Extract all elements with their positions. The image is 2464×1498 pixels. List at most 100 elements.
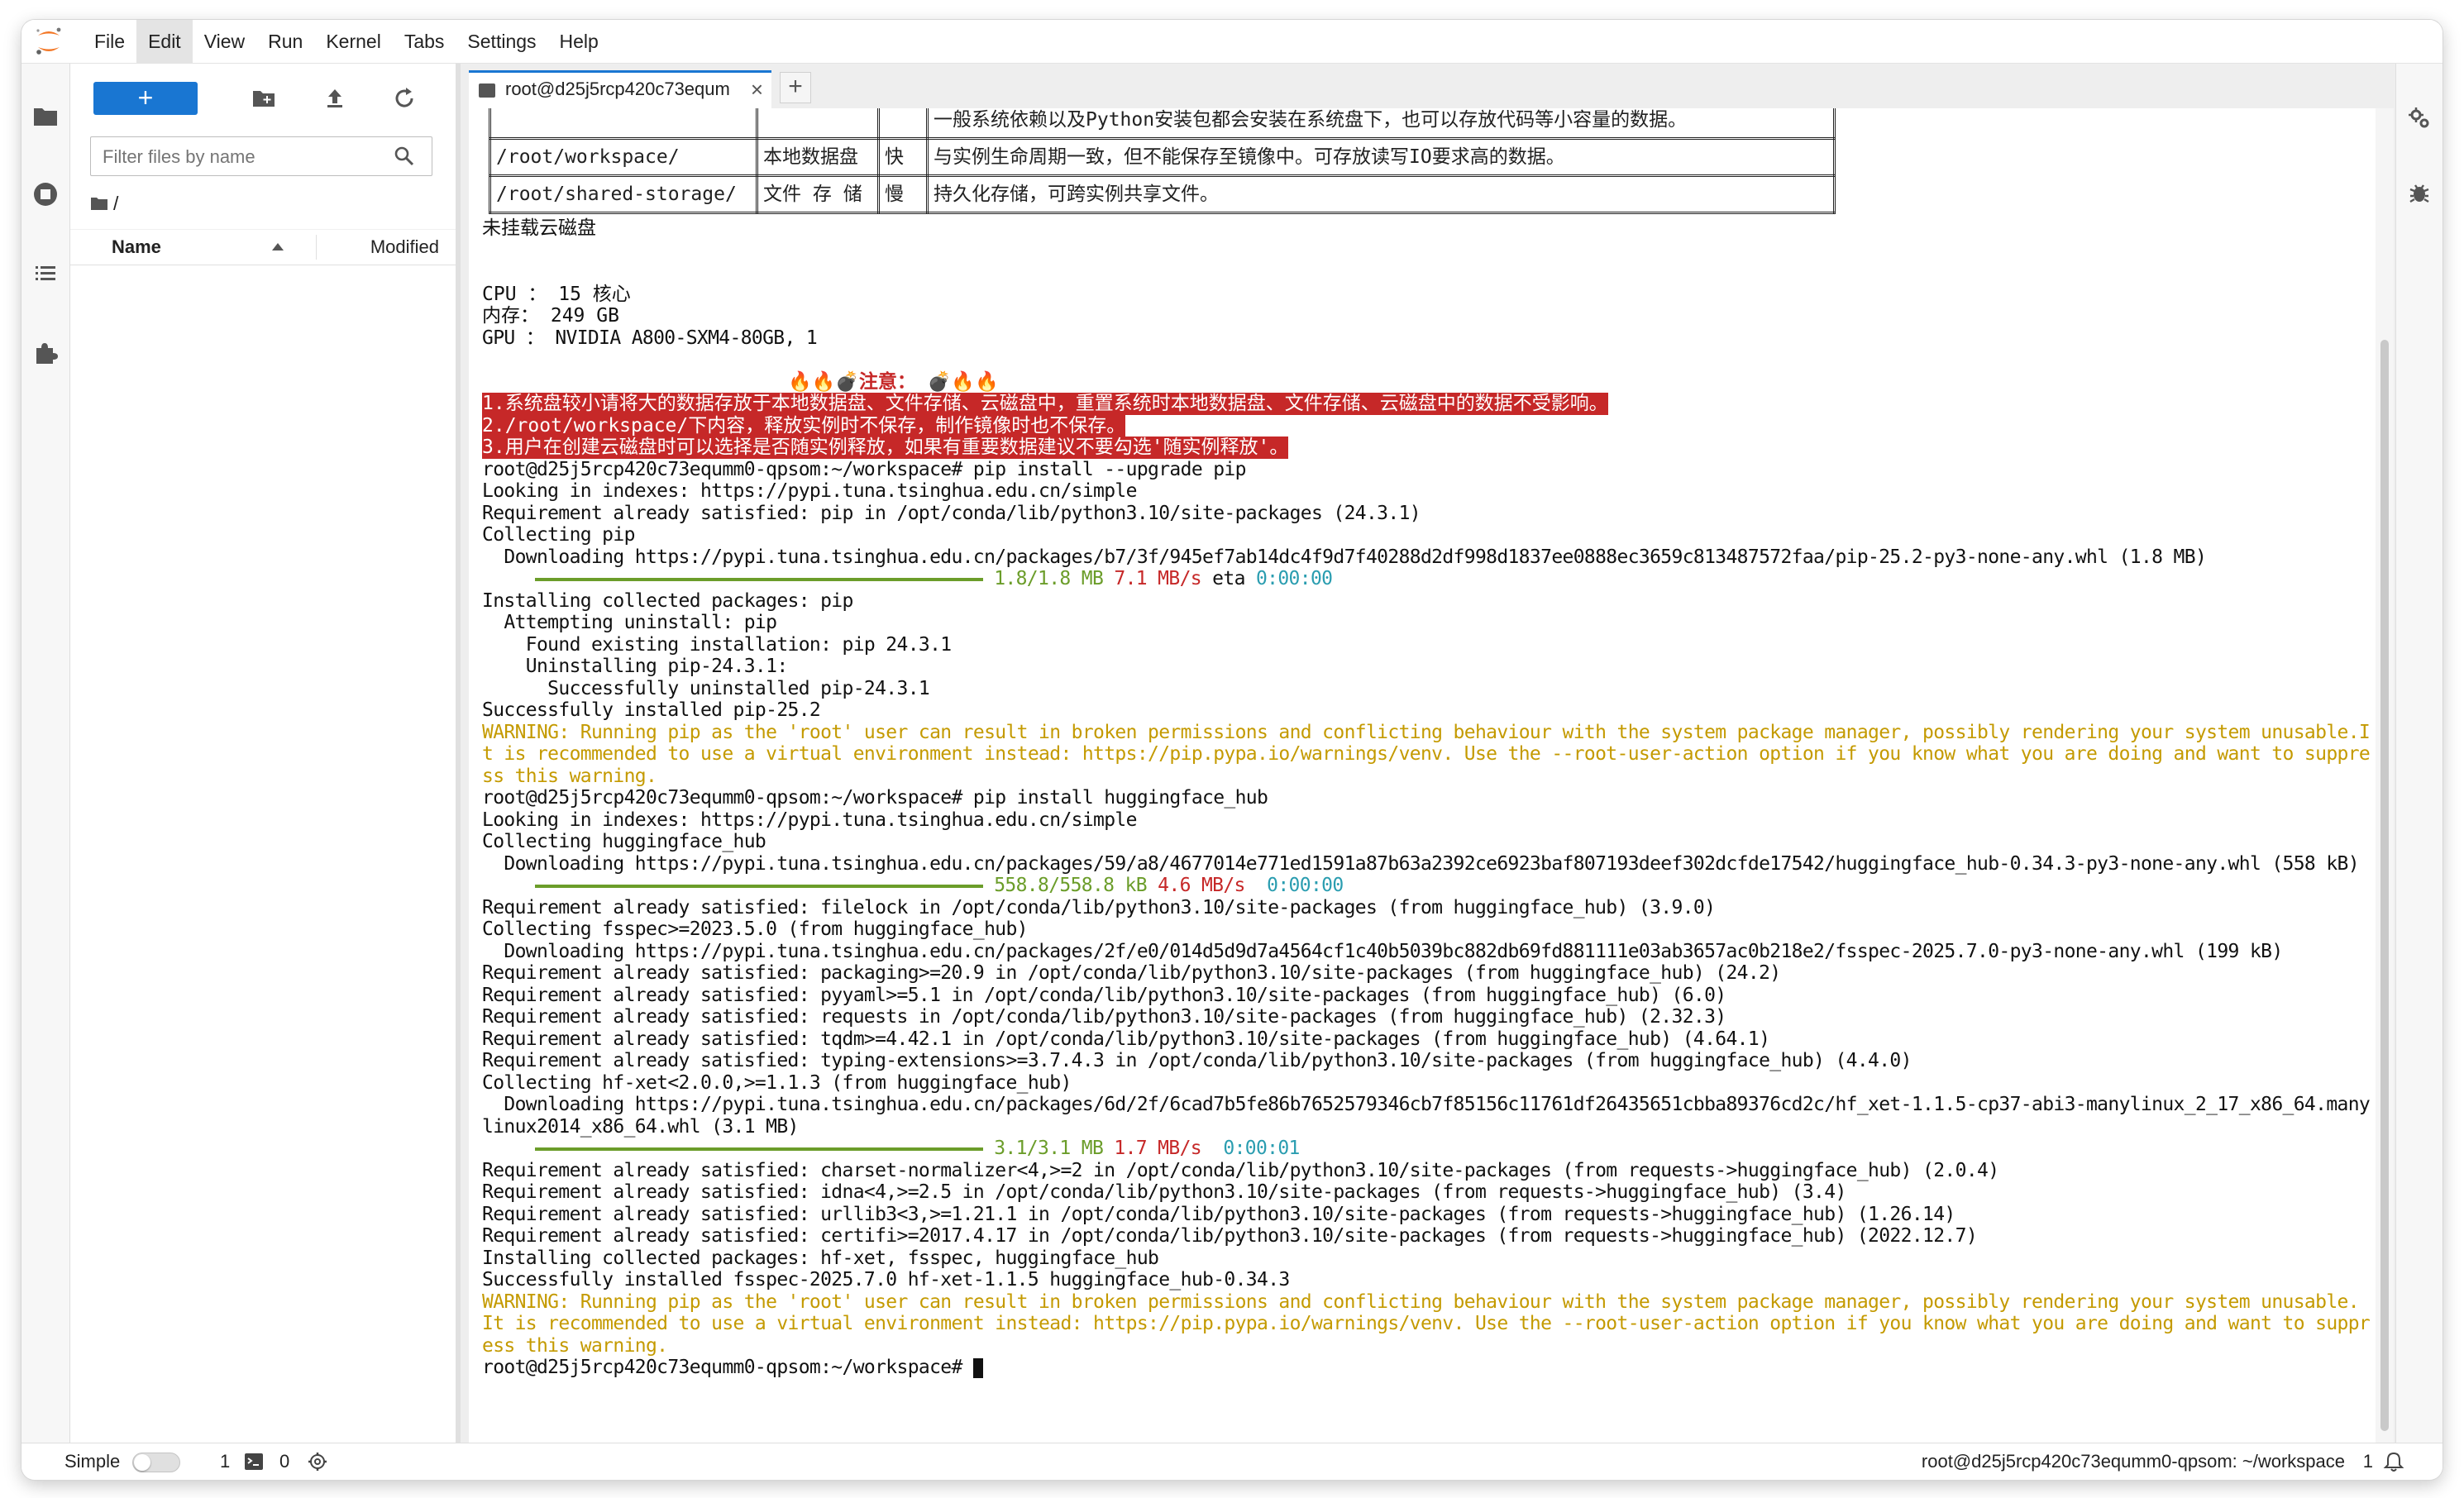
simple-mode-toggle[interactable]: [132, 1453, 180, 1472]
left-activity-bar: [21, 64, 70, 1461]
table-cell: /root/workspace/: [489, 137, 758, 177]
menu-bar: File Edit View Run Kernel Tabs Settings …: [21, 20, 2443, 64]
breadcrumb-root[interactable]: /: [113, 193, 118, 215]
progress-size: 558.8/558.8 kB: [994, 875, 1147, 896]
table-cell: 快: [877, 137, 929, 177]
terminal-icon[interactable]: [245, 1453, 263, 1470]
terminal-prompt: root@d25j5rcp420c73equmm0-qpsom:~/worksp…: [482, 1357, 973, 1378]
table-cell: [756, 108, 880, 140]
terminal-line: 🔥🔥💣注意： 💣🔥🔥: [482, 371, 2376, 394]
terminal-line: Looking in indexes: https://pypi.tuna.ts…: [482, 809, 1137, 831]
menu-view[interactable]: View: [193, 20, 256, 63]
bell-icon[interactable]: [2383, 1451, 2404, 1472]
terminal-line: Downloading https://pypi.tuna.tsinghua.e…: [482, 940, 2283, 962]
terminal-line: Found existing installation: pip 24.3.1: [482, 633, 952, 656]
menu-file[interactable]: File: [83, 20, 136, 63]
menu-help[interactable]: Help: [548, 20, 610, 63]
terminal-view[interactable]: 一般系统依赖以及Python安装包都会安装在系统盘下，也可以存放代码等小容量的数…: [469, 108, 2394, 1456]
column-modified-header[interactable]: Modified: [370, 230, 439, 265]
terminal-icon: [479, 83, 495, 98]
terminal-line: Downloading https://pypi.tuna.tsinghua.e…: [482, 1094, 2371, 1115]
terminal-line: Installing collected packages: pip: [482, 589, 853, 612]
file-list-header: Name Modified: [70, 229, 456, 265]
main-menu: File Edit View Run Kernel Tabs Settings …: [83, 20, 610, 63]
storage-table: 一般系统依赖以及Python安装包都会安装在系统盘下，也可以存放代码等小容量的数…: [489, 108, 1836, 214]
running-sessions-icon[interactable]: [29, 178, 62, 211]
close-icon[interactable]: ×: [751, 78, 763, 101]
progress-size: 1.8/1.8 MB: [994, 568, 1104, 589]
terminal-line: Requirement already satisfied: pip in /o…: [482, 502, 1421, 524]
terminal-line: Requirement already satisfied: idna<4,>=…: [482, 1181, 1846, 1203]
terminal-line: Requirement already satisfied: typing-ex…: [482, 1050, 1912, 1071]
menu-settings[interactable]: Settings: [456, 20, 547, 63]
folder-icon[interactable]: [90, 196, 108, 211]
progress-speed: 7.1 MB/s: [1114, 568, 1201, 589]
terminal-line: Collecting pip: [482, 524, 635, 546]
new-launcher-button[interactable]: +: [93, 82, 198, 115]
table-cell: 本地数据盘: [756, 137, 880, 177]
terminal-line: Collecting fsspec>=2023.5.0 (from huggin…: [482, 918, 1029, 940]
terminal-count[interactable]: 1: [220, 1443, 230, 1480]
jupyterlab-window: File Edit View Run Kernel Tabs Settings …: [21, 20, 2443, 1480]
terminal-line: Requirement already satisfied: charset-n…: [482, 1159, 1999, 1181]
upload-icon[interactable]: [320, 83, 350, 113]
terminal-line: Collecting huggingface_hub: [482, 831, 766, 852]
terminal-line: 3.1/3.1 MB 1.7 MB/s 0:00:01: [482, 1138, 2376, 1160]
menu-tabs[interactable]: Tabs: [393, 20, 456, 63]
warning-line: t is recommended to use a virtual enviro…: [482, 743, 2371, 765]
new-folder-icon[interactable]: [249, 83, 279, 113]
menu-kernel[interactable]: Kernel: [314, 20, 392, 63]
warning-line: WARNING: Running pip as the 'root' user …: [482, 1290, 2360, 1313]
table-cell: 慢: [877, 174, 929, 214]
terminal-line: Downloading https://pypi.tuna.tsinghua.e…: [482, 852, 2359, 875]
terminal-line: CPU ： 15 核心: [482, 283, 631, 305]
simple-mode-label: Simple: [64, 1451, 121, 1472]
tab-terminal[interactable]: root@d25j5rcp420c73equm ×: [469, 70, 771, 108]
notice-line: 3.用户在创建云磁盘时可以选择是否随实例释放，如果有重要数据建议不要勾选'随实例…: [482, 437, 1289, 459]
terminal-scrollbar[interactable]: [2376, 108, 2394, 1456]
terminal-cursor: [972, 1357, 983, 1378]
terminal-prompt-line[interactable]: root@d25j5rcp420c73equmm0-qpsom:~/worksp…: [482, 1357, 2376, 1379]
menu-run[interactable]: Run: [256, 20, 314, 63]
add-tab-button[interactable]: +: [780, 72, 811, 103]
search-icon: [394, 146, 414, 166]
terminal-line: 2./root/workspace/下内容，释放实例时不保存，制作镜像时也不保存…: [482, 414, 2376, 437]
main-dock-area: root@d25j5rcp420c73equm × + 一般系统依赖以及Pyth…: [461, 64, 2417, 1461]
extensions-icon[interactable]: [29, 336, 62, 370]
terminal-line: Successfully installed pip-25.2: [482, 699, 821, 721]
notification-count[interactable]: 1: [2363, 1443, 2373, 1480]
progress-size: 3.1/3.1 MB: [994, 1138, 1104, 1159]
notice-line: 2./root/workspace/下内容，释放实例时不保存，制作镜像时也不保存…: [482, 414, 1126, 437]
terminal-line: GPU ： NVIDIA A800-SXM4-80GB, 1: [482, 327, 818, 349]
table-cell: [877, 108, 929, 140]
file-filter-input[interactable]: [101, 137, 377, 177]
folder-icon[interactable]: [29, 100, 62, 133]
status-bar: Simple 1 0 root@d25j5rcp420c73equmm0-qps…: [21, 1443, 2443, 1480]
terminal-line: Requirement already satisfied: requests …: [482, 1006, 1726, 1028]
kernel-gear-icon[interactable]: [308, 1452, 327, 1472]
refresh-icon[interactable]: [389, 83, 419, 113]
terminal-output: 一般系统依赖以及Python安装包都会安装在系统盘下，也可以存放代码等小容量的数…: [482, 108, 2376, 1379]
jupyter-logo-icon: [36, 27, 61, 55]
warning-line: It is recommended to use a virtual envir…: [482, 1313, 2371, 1334]
terminal-line: 3.用户在创建云磁盘时可以选择是否随实例释放，如果有重要数据建议不要勾选'随实例…: [482, 437, 2376, 459]
right-sidebar: [2395, 64, 2443, 1461]
kernel-count[interactable]: 0: [279, 1443, 289, 1480]
terminal-line: Successfully installed fsspec-2025.7.0 h…: [482, 1269, 1290, 1290]
progress-eta-label: eta: [1212, 568, 1245, 589]
terminal-line: root@d25j5rcp420c73equmm0-qpsom:~/worksp…: [482, 787, 1268, 809]
column-name-header[interactable]: Name: [112, 230, 161, 265]
menu-edit[interactable]: Edit: [136, 20, 193, 63]
table-of-contents-icon[interactable]: [29, 257, 62, 290]
terminal-line: Requirement already satisfied: pyyaml>=5…: [482, 984, 1726, 1006]
new-launcher-label: +: [137, 83, 154, 112]
tab-label: root@d25j5rcp420c73equm: [505, 79, 730, 99]
property-inspector-icon[interactable]: [2406, 105, 2433, 131]
terminal-line: Downloading https://pypi.tuna.tsinghua.e…: [482, 546, 2207, 568]
column-divider[interactable]: [316, 235, 317, 260]
scrollbar-thumb[interactable]: [2380, 340, 2389, 1431]
terminal-line: 1.系统盘较小请将大的数据存放于本地数据盘、文件存储、云磁盘中，重置系统时本地数…: [482, 393, 2376, 415]
debugger-icon[interactable]: [2406, 179, 2433, 206]
terminal-line: 558.8/558.8 kB 4.6 MB/s 0:00:00: [482, 875, 2376, 897]
